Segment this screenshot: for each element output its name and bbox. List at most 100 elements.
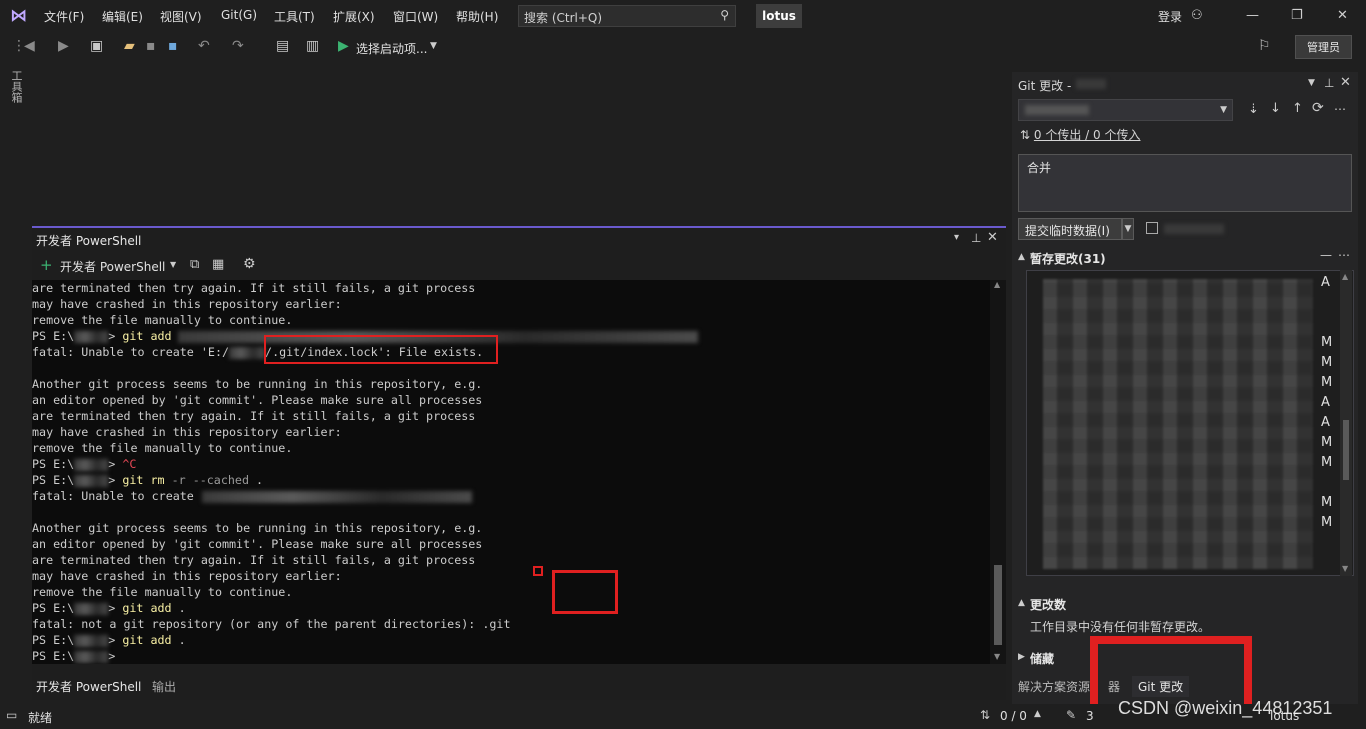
redacted-path <box>74 650 109 663</box>
panel-menu-icon[interactable]: ▾ <box>954 232 959 243</box>
chevron-down-icon[interactable]: ▼ <box>430 41 437 51</box>
file-status-flag: A <box>1321 395 1330 410</box>
sync-counter[interactable]: 0 / 0 <box>1000 709 1027 723</box>
terminal-line: fatal: Unable to create 'E://.git/index.… <box>32 345 484 359</box>
search-box[interactable]: 搜索 (Ctrl+Q) ⚲ <box>518 5 736 27</box>
pending-changes-count[interactable]: 3 <box>1086 709 1094 723</box>
stash-header[interactable]: 储藏 <box>1030 650 1054 667</box>
terminal-scrollbar[interactable]: ▲ ▼ <box>990 280 1006 664</box>
push-icon[interactable]: ↑ <box>1292 101 1303 116</box>
sync-status-link[interactable]: 0 个传出 / 0 个传入 <box>1034 128 1141 142</box>
menu-extensions[interactable]: 扩展(X) <box>333 8 375 25</box>
menu-window[interactable]: 窗口(W) <box>393 8 438 25</box>
pull-icon[interactable]: ↓ <box>1270 101 1281 116</box>
panel-dropdown-icon[interactable]: ▼ <box>1308 78 1315 88</box>
file-status-flag: A <box>1321 275 1330 290</box>
redacted-path <box>74 474 109 487</box>
sync-chevron-up-icon[interactable]: ▲ <box>1034 709 1041 719</box>
changes-header[interactable]: 更改数 <box>1030 596 1066 613</box>
scroll-thumb[interactable] <box>1343 420 1349 480</box>
expand-changes-icon[interactable]: ▲ <box>1018 598 1025 608</box>
restore-icon[interactable]: ❐ <box>1291 8 1303 23</box>
close-window-icon[interactable]: ✕ <box>1337 8 1348 23</box>
sync-status[interactable]: ⇅ 0 个传出 / 0 个传入 <box>1020 126 1140 143</box>
undo-icon[interactable]: ↶ <box>198 38 210 54</box>
amend-checkbox[interactable] <box>1146 222 1158 234</box>
commit-staged-button[interactable]: 提交临时数据(I) <box>1018 218 1122 240</box>
more-actions-icon[interactable]: ⋯ <box>1338 248 1350 262</box>
account-icon[interactable]: ⚇ <box>1191 8 1203 23</box>
scroll-down-icon[interactable]: ▼ <box>994 652 1000 661</box>
scroll-thumb[interactable] <box>994 565 1002 645</box>
terminal-line: remove the file manually to continue. <box>32 441 293 455</box>
menu-git[interactable]: Git(G) <box>221 8 257 22</box>
new-terminal-label[interactable]: 开发者 PowerShell <box>60 258 165 275</box>
scroll-up-icon[interactable]: ▲ <box>1342 272 1348 281</box>
startup-item-dropdown[interactable]: 选择启动项... <box>356 40 427 57</box>
pin-icon[interactable]: ⊥ <box>1324 76 1334 90</box>
save-all-icon[interactable]: ▪ <box>168 38 178 54</box>
main-toolbar: ⋮ ◀ ▶ ▣ ▰ ▪ ▪ ↶ ↷ ▤ ▥ ▶ 选择启动项... ▼ ⚐ <box>0 32 1366 62</box>
new-terminal-chevron-icon[interactable]: ▼ <box>170 260 176 269</box>
expand-stash-icon[interactable]: ▶ <box>1018 652 1025 662</box>
commit-message-box[interactable]: 合并 <box>1018 154 1352 212</box>
staged-list-scrollbar[interactable]: ▲ ▼ <box>1340 270 1352 576</box>
terminal-line: PS E:\ > ^C <box>32 457 137 471</box>
forward-icon[interactable]: ▶ <box>58 38 69 54</box>
start-icon[interactable]: ▶ <box>338 38 349 54</box>
tab-solution-explorer[interactable]: 解决方案资源 <box>1018 678 1090 695</box>
sync-icon[interactable]: ⟳ <box>1312 100 1324 116</box>
tab-output[interactable]: 输出 <box>152 678 176 695</box>
menu-edit[interactable]: 编辑(E) <box>102 8 143 25</box>
terminal-line: are terminated then try again. If it sti… <box>32 409 476 423</box>
open-folder-icon[interactable]: ▰ <box>124 38 135 54</box>
fetch-icon[interactable]: ⇣ <box>1248 102 1259 117</box>
file-status-flag: A <box>1321 415 1330 430</box>
scroll-down-icon[interactable]: ▼ <box>1342 564 1348 573</box>
branch-selector[interactable]: ▼ <box>1018 99 1233 121</box>
copy-icon[interactable]: ⧉ <box>190 257 199 272</box>
tab-powershell[interactable]: 开发者 PowerShell <box>36 678 142 695</box>
terminal-line: an editor opened by 'git commit'. Please… <box>32 393 483 407</box>
add-icon[interactable]: + <box>40 256 53 274</box>
close-git-panel-icon[interactable]: ✕ <box>1340 75 1351 90</box>
save-icon[interactable]: ▪ <box>146 38 156 54</box>
feedback-icon[interactable]: ⚐ <box>1258 38 1271 54</box>
new-project-icon[interactable]: ▣ <box>90 38 103 54</box>
staged-changes-list[interactable]: AMMMAAMMMM <box>1026 270 1354 576</box>
terminal-line: Another git process seems to be running … <box>32 521 483 535</box>
more-icon[interactable]: ⋯ <box>1334 102 1346 116</box>
left-tool-strip <box>0 62 30 704</box>
search-placeholder: 搜索 (Ctrl+Q) <box>524 11 603 25</box>
output-status-icon: ▭ <box>6 708 18 722</box>
pin-icon[interactable]: ⊥ <box>971 231 981 245</box>
find-in-files-icon[interactable]: ▤ <box>276 38 289 54</box>
menu-file[interactable]: 文件(F) <box>44 8 84 25</box>
menu-view[interactable]: 视图(V) <box>160 8 202 25</box>
pencil-icon[interactable]: ✎ <box>1066 708 1076 722</box>
toolbox-tab[interactable]: 工具箱 <box>8 70 24 103</box>
git-changes-panel: Git 更改 - ▼ ⊥ ✕ ▼ ⇣ ↓ ↑ ⟳ ⋯ ⇅ 0 个传出 / 0 个… <box>1012 72 1358 704</box>
commit-options-dropdown[interactable]: ▼ <box>1122 218 1134 240</box>
close-panel-icon[interactable]: ✕ <box>987 230 998 245</box>
redo-icon[interactable]: ↷ <box>232 38 244 54</box>
chevron-down-icon: ▼ <box>1220 105 1227 115</box>
staged-changes-header[interactable]: 暂存更改(31) <box>1030 250 1106 267</box>
menu-help[interactable]: 帮助(H) <box>456 8 498 25</box>
minimize-icon[interactable]: — <box>1246 8 1259 23</box>
scroll-up-icon[interactable]: ▲ <box>994 280 1000 289</box>
expand-staged-icon[interactable]: ▲ <box>1018 252 1025 262</box>
terminal-line: are terminated then try again. If it sti… <box>32 553 476 567</box>
menu-bar: ⋈ 文件(F) 编辑(E) 视图(V) Git(G) 工具(T) 扩展(X) 窗… <box>0 0 1366 32</box>
unstage-all-icon[interactable]: — <box>1320 248 1332 262</box>
browser-link-icon[interactable]: ▥ <box>306 38 319 54</box>
paste-icon[interactable]: ▦ <box>212 257 224 272</box>
login-link[interactable]: 登录 <box>1158 8 1182 25</box>
menu-tools[interactable]: 工具(T) <box>274 8 315 25</box>
no-changes-message: 工作目录中没有任何非暂存更改。 <box>1030 620 1211 634</box>
settings-gear-icon[interactable]: ⚙ <box>243 256 256 272</box>
terminal-output[interactable]: are terminated then try again. If it sti… <box>32 280 990 664</box>
back-icon[interactable]: ◀ <box>24 38 35 54</box>
